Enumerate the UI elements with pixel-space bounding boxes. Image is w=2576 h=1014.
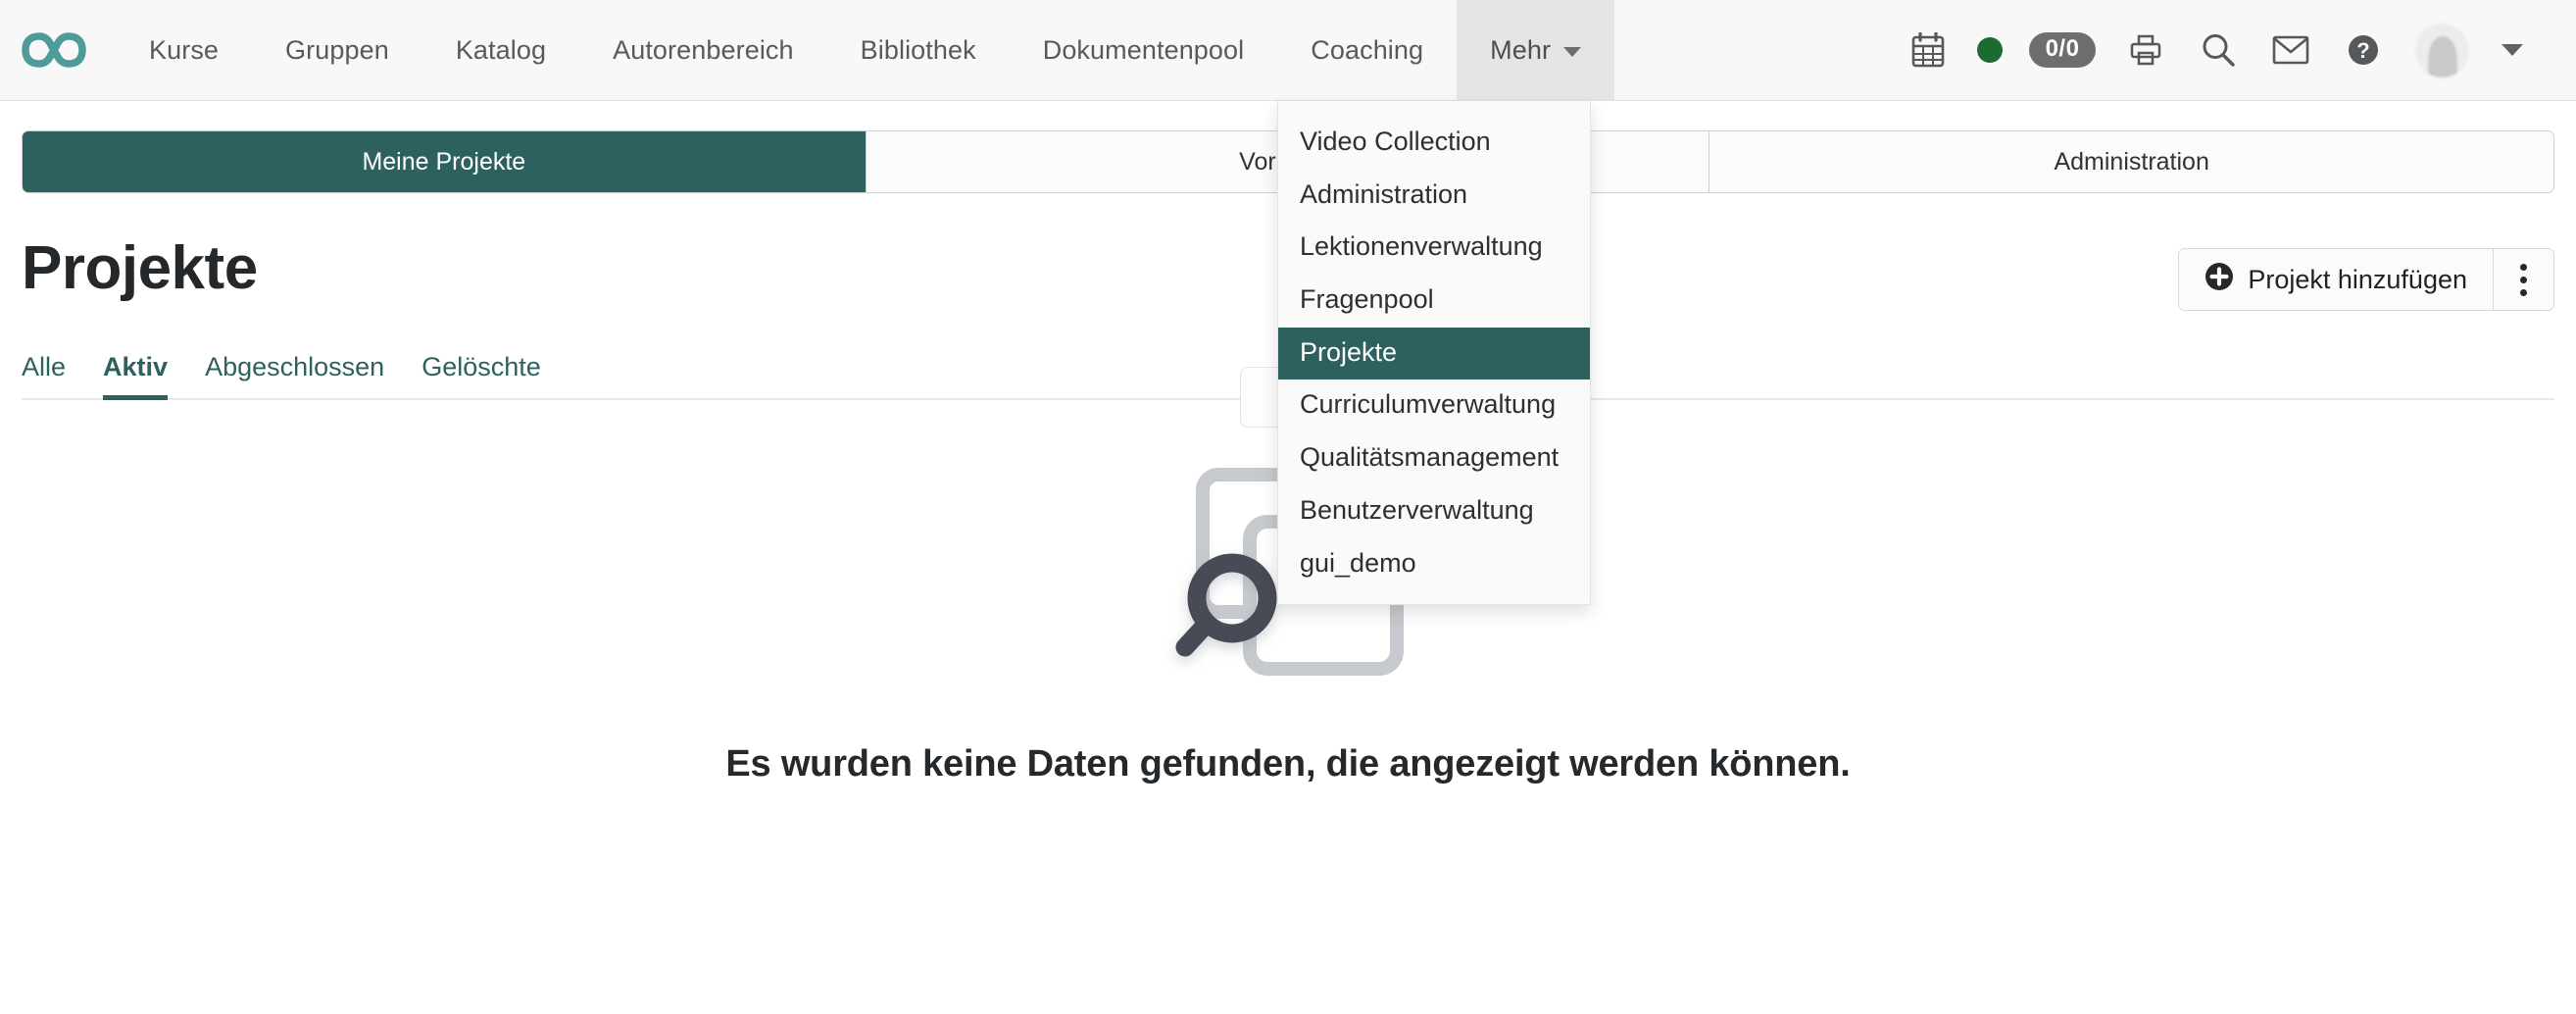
empty-state-message: Es wurden keine Daten gefunden, die ange… [725, 743, 1850, 786]
subtab-label: Abgeschlossen [205, 352, 384, 381]
mail-icon [2272, 35, 2309, 65]
subtab-label: Gelöschte [421, 352, 541, 381]
kebab-dot [2520, 277, 2527, 283]
printer-icon [2129, 33, 2162, 67]
dropdown-item-projekte[interactable]: Projekte [1278, 328, 1590, 380]
subtab-abgeschlossen[interactable]: Abgeschlossen [186, 352, 403, 398]
add-project-button[interactable]: Projekt hinzufügen [2179, 249, 2493, 310]
nav-link-label: Gruppen [285, 35, 389, 66]
mehr-dropdown-menu: Video Collection Administration Lektione… [1277, 101, 1591, 605]
add-project-label: Projekt hinzufügen [2248, 265, 2467, 295]
dropdown-item-administration[interactable]: Administration [1278, 170, 1590, 223]
dropdown-item-lektionenverwaltung[interactable]: Lektionenverwaltung [1278, 222, 1590, 275]
nav-link-coaching[interactable]: Coaching [1277, 0, 1457, 100]
nav-link-autorenbereich[interactable]: Autorenbereich [579, 0, 827, 100]
dropdown-item-label: Video Collection [1300, 127, 1491, 156]
dropdown-item-label: Qualitätsmanagement [1300, 442, 1559, 472]
nav-link-label: Coaching [1311, 35, 1423, 66]
nav-link-label: Autorenbereich [613, 35, 794, 66]
tab-label: Administration [2054, 148, 2208, 177]
nav-link-label: Dokumentenpool [1043, 35, 1245, 66]
tab-administration[interactable]: Administration [1709, 131, 2553, 192]
nav-link-label: Bibliothek [861, 35, 976, 66]
count-badge-label: 0/0 [2029, 32, 2097, 68]
page-title: Projekte [22, 236, 258, 300]
dropdown-item-video-collection[interactable]: Video Collection [1278, 117, 1590, 170]
print-button[interactable] [2109, 0, 2182, 101]
dropdown-item-curriculumverwaltung[interactable]: Curriculumverwaltung [1278, 380, 1590, 432]
nav-link-kurse[interactable]: Kurse [116, 0, 252, 100]
infinity-logo-icon [22, 30, 86, 70]
chevron-down-icon [1563, 47, 1581, 57]
dropdown-item-benutzerverwaltung[interactable]: Benutzerverwaltung [1278, 485, 1590, 538]
dropdown-item-label: Lektionenverwaltung [1300, 231, 1543, 261]
dropdown-item-fragenpool[interactable]: Fragenpool [1278, 275, 1590, 328]
dropdown-item-label: Benutzerverwaltung [1300, 495, 1534, 525]
nav-link-bibliothek[interactable]: Bibliothek [827, 0, 1010, 100]
nav-tools: 0/0 [1892, 0, 2547, 100]
nav-link-label: Kurse [149, 35, 219, 66]
page-header-actions: Projekt hinzufügen [2178, 248, 2554, 311]
dropdown-item-label: Projekte [1300, 337, 1397, 367]
mail-button[interactable] [2254, 0, 2327, 101]
avatar [2415, 24, 2469, 77]
dropdown-item-label: Curriculumverwaltung [1300, 389, 1556, 419]
subtab-label: Aktiv [103, 352, 168, 381]
svg-text:?: ? [2356, 38, 2369, 63]
kebab-dot [2520, 264, 2527, 271]
dropdown-item-label: Administration [1300, 179, 1467, 209]
user-avatar-button[interactable] [2400, 0, 2484, 101]
calendar-button[interactable] [1892, 0, 1964, 101]
dropdown-item-label: Fragenpool [1300, 284, 1434, 314]
nav-link-mehr-dropdown-trigger[interactable]: Mehr [1457, 0, 1614, 100]
more-options-button[interactable] [2493, 249, 2553, 310]
nav-link-label: Mehr [1490, 35, 1551, 66]
dropdown-item-label: gui_demo [1300, 548, 1416, 578]
subtab-label: Alle [22, 352, 66, 381]
main-nav-links: Kurse Gruppen Katalog Autorenbereich Bib… [116, 0, 1614, 100]
kebab-menu-icon [2520, 264, 2527, 296]
online-status-indicator[interactable] [1964, 0, 2015, 101]
subtab-alle[interactable]: Alle [22, 352, 84, 398]
calendar-icon [1911, 32, 1945, 68]
chevron-down-icon [2502, 44, 2523, 56]
plus-circle-icon [2204, 262, 2234, 298]
nav-link-label: Katalog [456, 35, 546, 66]
nav-link-katalog[interactable]: Katalog [422, 0, 579, 100]
subtab-geloeschte[interactable]: Gelöschte [403, 352, 560, 398]
status-dot-icon [1977, 37, 2003, 63]
help-button[interactable]: ? [2327, 0, 2400, 101]
dropdown-item-gui-demo[interactable]: gui_demo [1278, 538, 1590, 591]
notification-count-badge[interactable]: 0/0 [2015, 0, 2109, 101]
tab-label: Meine Projekte [362, 148, 525, 177]
search-button[interactable] [2182, 0, 2254, 101]
nav-spacer [1614, 0, 1892, 100]
search-icon [2201, 32, 2236, 68]
nav-link-gruppen[interactable]: Gruppen [252, 0, 422, 100]
user-menu-toggle[interactable] [2484, 0, 2541, 101]
brand-logo[interactable] [0, 0, 116, 100]
top-navigation-bar: Kurse Gruppen Katalog Autorenbereich Bib… [0, 0, 2576, 101]
subtab-aktiv[interactable]: Aktiv [84, 352, 186, 398]
kebab-dot [2520, 289, 2527, 296]
tab-meine-projekte[interactable]: Meine Projekte [23, 131, 867, 192]
dropdown-item-qualitaetsmanagement[interactable]: Qualitätsmanagement [1278, 432, 1590, 485]
nav-link-dokumentenpool[interactable]: Dokumentenpool [1010, 0, 1278, 100]
help-icon: ? [2346, 32, 2381, 68]
